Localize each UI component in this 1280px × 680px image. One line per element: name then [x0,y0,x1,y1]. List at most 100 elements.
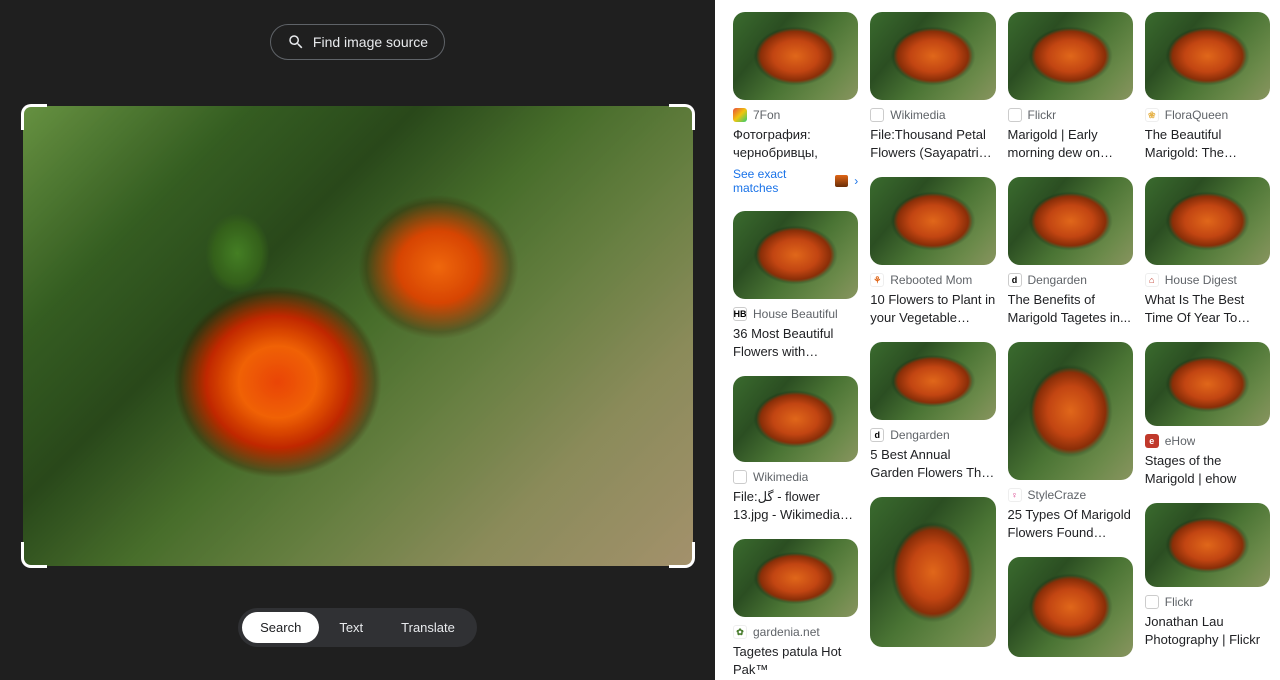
result-source: d Dengarden [1008,273,1133,287]
result-source-name: StyleCraze [1028,488,1087,502]
mini-thumb-icon [835,175,848,187]
see-exact-matches-link[interactable]: See exact matches› [733,167,858,195]
result-thumbnail[interactable] [870,12,995,100]
crop-handle-top-left[interactable] [21,104,47,130]
mode-search-button[interactable]: Search [242,612,319,643]
results-column: 7FonФотография: чернобривцы,See exact ma… [733,12,858,680]
result-card[interactable]: d Dengarden The Benefits of Marigold Taget… [1008,177,1133,326]
result-source-name: FloraQueen [1165,108,1228,122]
result-title: Tagetes patula Hot Pak™ [733,643,858,678]
source-favicon-icon: ⚘ [870,273,884,287]
result-card[interactable]: d Dengarden 5 Best Annual Garden Flowers T… [870,342,995,481]
result-card[interactable] [1008,557,1133,657]
result-thumbnail[interactable] [1008,342,1133,480]
result-source-name: Flickr [1028,108,1057,122]
result-source-name: House Beautiful [753,307,838,321]
result-source-name: 7Fon [753,108,780,122]
results-column: ❀FloraQueenThe Beautiful Marigold: The O… [1145,12,1270,680]
find-image-source-label: Find image source [313,34,428,50]
source-favicon-icon: ⵔ [870,108,884,122]
result-source: ✿ gardenia.net [733,625,858,639]
result-card[interactable]: 7FonФотография: чернобривцы,See exact ma… [733,12,858,195]
result-source-name: Wikimedia [753,470,808,484]
result-thumbnail[interactable] [733,376,858,462]
source-favicon-icon: ⵔ [733,470,747,484]
crop-handle-bottom-left[interactable] [21,542,47,568]
result-source: ⵔ Wikimedia [733,470,858,484]
results-column: ⵔ Wikimedia File:Thousand Petal Flowers (S… [870,12,995,680]
result-title: File:Thousand Petal Flowers (Sayapatri) … [870,126,995,161]
lens-panel: Find image source Search Text Translate [0,0,715,680]
result-source: 7Fon [733,108,858,122]
result-thumbnail[interactable] [870,177,995,265]
result-source-name: House Digest [1165,273,1237,287]
result-source-name: Rebooted Mom [890,273,972,287]
result-title: File:گل - flower 13.jpg - Wikimedia Comm… [733,488,858,523]
mode-text-button[interactable]: Text [321,612,381,643]
result-thumbnail[interactable] [1145,12,1270,100]
result-title: 5 Best Annual Garden Flowers That Are Ea… [870,446,995,481]
source-favicon-icon: d [870,428,884,442]
crop-handle-top-right[interactable] [669,104,695,130]
result-source: d Dengarden [870,428,995,442]
result-source-name: gardenia.net [753,625,820,639]
result-card[interactable]: ⚘ Rebooted Mom 10 Flowers to Plant in your… [870,177,995,326]
result-title: Stages of the Marigold | ehow [1145,452,1270,487]
source-favicon-icon: ✿ [733,625,747,639]
source-favicon-icon: ❀ [1145,108,1159,122]
result-thumbnail[interactable] [733,211,858,299]
source-favicon-icon: ♀ [1008,488,1022,502]
result-thumbnail[interactable] [1008,557,1133,657]
source-favicon-icon: HB [733,307,747,321]
find-image-source-button[interactable]: Find image source [270,24,445,60]
result-thumbnail[interactable] [1145,503,1270,587]
result-title: Jonathan Lau Photography | Flickr [1145,613,1270,648]
result-thumbnail[interactable] [1145,177,1270,265]
mode-translate-button[interactable]: Translate [383,612,473,643]
results-column: ••Flickr Marigold | Early morning dew on … [1008,12,1133,680]
result-card[interactable]: eeHow Stages of the Marigold | ehow [1145,342,1270,487]
result-title: 25 Types Of Marigold Flowers Found Acros… [1008,506,1133,541]
crop-handle-bottom-right[interactable] [669,542,695,568]
result-source-name: eHow [1165,434,1196,448]
result-source-name: Dengarden [890,428,949,442]
result-source: ••Flickr [1008,108,1133,122]
mode-toggle: Search Text Translate [238,608,477,647]
result-source-name: Wikimedia [890,108,945,122]
result-thumbnail[interactable] [1008,12,1133,100]
source-favicon-icon [733,108,747,122]
result-thumbnail[interactable] [733,12,858,100]
source-favicon-icon: e [1145,434,1159,448]
result-card[interactable] [870,497,995,647]
result-card[interactable]: •• Flickr Jonathan Lau Photography | Flick… [1145,503,1270,648]
result-card[interactable]: ⵔ Wikimedia File:Thousand Petal Flowers (S… [870,12,995,161]
result-title: 10 Flowers to Plant in your Vegetable Ga… [870,291,995,326]
result-source: HB House Beautiful [733,307,858,321]
query-image-frame[interactable] [23,106,693,566]
result-title: Marigold | Early morning dew on Quee... [1008,126,1133,161]
result-thumbnail[interactable] [870,497,995,647]
result-source-name: Flickr [1165,595,1194,609]
result-thumbnail[interactable] [870,342,995,420]
result-thumbnail[interactable] [1145,342,1270,426]
result-thumbnail[interactable] [1008,177,1133,265]
result-source-name: Dengarden [1028,273,1087,287]
result-source: ⌂House Digest [1145,273,1270,287]
result-card[interactable]: ✿ gardenia.net Tagetes patula Hot Pak™ [733,539,858,678]
result-card[interactable]: ⌂House Digest What Is The Best Time Of Ye… [1145,177,1270,326]
result-card[interactable]: ••Flickr Marigold | Early morning dew on … [1008,12,1133,161]
result-title: The Benefits of Marigold Tagetes in... [1008,291,1133,326]
see-exact-matches-label: See exact matches [733,167,829,195]
result-card[interactable]: ❀FloraQueenThe Beautiful Marigold: The O… [1145,12,1270,161]
source-favicon-icon: d [1008,273,1022,287]
result-card[interactable]: ♀ StyleCraze 25 Types Of Marigold Flowers … [1008,342,1133,541]
result-thumbnail[interactable] [733,539,858,617]
search-icon [287,33,305,51]
result-source: ⵔ Wikimedia [870,108,995,122]
result-title: 36 Most Beautiful Flowers with Names... [733,325,858,360]
result-title: What Is The Best Time Of Year To Plant..… [1145,291,1270,326]
result-card[interactable]: ⵔ Wikimedia File:گل - flower 13.jpg - Wiki… [733,376,858,523]
query-image [23,106,693,566]
source-favicon-icon: •• [1145,595,1159,609]
result-card[interactable]: HB House Beautiful 36 Most Beautiful Flowe… [733,211,858,360]
